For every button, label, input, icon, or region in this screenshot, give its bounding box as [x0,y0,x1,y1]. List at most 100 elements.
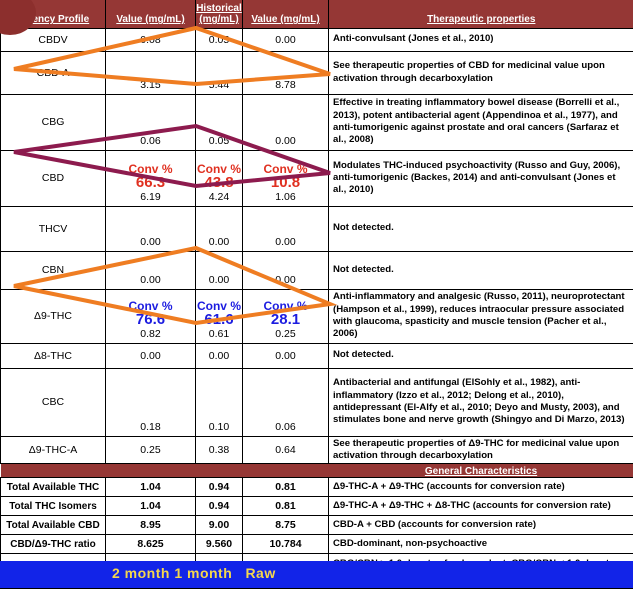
header-historical: Historical (mg/mL) [195,0,243,28]
general-characteristics-title: General Characteristics [328,463,633,478]
row-value-3: 0.06 [242,367,329,437]
conversion-percent-2: Conv % 43.8 [196,161,241,191]
row-label: Δ8-THC [0,342,106,369]
row-value-3: Conv % 10.8 1.06 [242,149,329,207]
row-value-2: 0.38 [195,435,243,465]
gc-label: Total Available CBD [0,515,106,536]
footer-bottom-edge [0,588,633,592]
row-label: Δ9-THC-A [0,435,106,465]
row-value-1: Conv % 76.6 0.82 [105,288,196,344]
header-value-3: Value (mg/mL) [242,0,329,28]
row-value-2: 5.44 [195,50,243,95]
footer-label: 2 month 1 month Raw [112,565,276,581]
gc-value-2: 9.00 [195,515,243,536]
gc-value-1: 1.04 [105,496,196,517]
row-therapeutic: Modulates THC-induced psychoactivity (Ru… [328,149,633,207]
gc-value-1: 1.04 [105,477,196,498]
general-row: Total Available THC 1.04 0.94 0.81 Δ9-TH… [0,477,633,498]
gc-value-3: 0.81 [242,496,329,517]
row-value-2: 0.00 [195,342,243,369]
gc-value-3: 0.81 [242,477,329,498]
row-value-1: 0.18 [105,367,196,437]
footer-bar: 2 month 1 month Raw [0,561,633,588]
row-value-1: 0.00 [105,205,196,252]
general-characteristics-band: General Characteristics [0,463,633,478]
header-value-1: Value (mg/mL) [105,0,196,28]
gc-band-spacer-4 [242,463,329,478]
row-label: THCV [0,205,106,252]
gc-value-3: 8.75 [242,515,329,536]
row-value-2: 0.00 [195,205,243,252]
gc-band-spacer-2 [105,463,196,478]
row-therapeutic: Not detected. [328,342,633,369]
row-value-3: 0.00 [242,93,329,151]
table-row: Δ8-THC 0.00 0.00 0.00 Not detected. [0,342,633,369]
row-value-1-number: 6.19 [140,190,161,203]
row-label: CBC [0,367,106,437]
row-value-1-number: 0.82 [140,327,161,340]
row-label: CBG [0,93,106,151]
row-value-2: 0.00 [195,250,243,290]
row-value-3: 0.00 [242,205,329,252]
row-therapeutic: Not detected. [328,250,633,290]
general-row: Total Available CBD 8.95 9.00 8.75 CBD-A… [0,515,633,536]
row-value-3-number: 1.06 [275,190,296,203]
gc-description: CBD-dominant, non-psychoactive [328,534,633,555]
gc-value-2: 9.560 [195,534,243,555]
table-row: CBD-A 3.15 5.44 8.78 See therapeutic pro… [0,50,633,95]
gc-label: Total THC Isomers [0,496,106,517]
potency-profile-sheet: Potency Profile Value (mg/mL) Historical… [0,0,633,592]
table-row: CBD Conv % 66.3 6.19 Conv % 43.8 4.24 Co… [0,149,633,207]
gc-value-3: 10.784 [242,534,329,555]
row-therapeutic: Effective in treating inflammatory bowel… [328,93,633,151]
row-label: CBD-A [0,50,106,95]
row-value-2: 0.05 [195,93,243,151]
row-value-3: 0.64 [242,435,329,465]
row-therapeutic: See therapeutic properties of Δ9-THC for… [328,435,633,465]
gc-band-spacer-3 [195,463,243,478]
table-row: CBDV 0.08 0.05 0.00 Anti-convulsant (Jon… [0,27,633,52]
gc-value-1: 8.625 [105,534,196,555]
general-row: Total THC Isomers 1.04 0.94 0.81 Δ9-THC-… [0,496,633,517]
gc-description: CBD-A + CBD (accounts for conversion rat… [328,515,633,536]
table-row: CBN 0.00 0.00 0.00 Not detected. [0,250,633,290]
row-value-2: 0.05 [195,27,243,52]
conversion-percent-2: Conv % 61.6 [196,298,241,328]
row-value-2: Conv % 61.6 0.61 [195,288,243,344]
row-therapeutic: See therapeutic properties of CBD for me… [328,50,633,95]
row-therapeutic: Anti-convulsant (Jones et al., 2010) [328,27,633,52]
row-therapeutic: Anti-inflammatory and analgesic (Russo, … [328,288,633,344]
gc-value-1: 8.95 [105,515,196,536]
gc-description: Δ9-THC-A + Δ9-THC + Δ8-THC (accounts for… [328,496,633,517]
row-value-1: 0.00 [105,342,196,369]
row-value-1: 0.06 [105,93,196,151]
table-row: Δ9-THC-A 0.25 0.38 0.64 See therapeutic … [0,435,633,465]
table-row: Δ9-THC Conv % 76.6 0.82 Conv % 61.6 0.61 [0,288,633,344]
potency-table: Potency Profile Value (mg/mL) Historical… [0,0,633,592]
row-value-1: 0.00 [105,250,196,290]
conversion-percent-1: Conv % 66.3 [128,161,173,191]
row-value-3: Conv % 28.1 0.25 [242,288,329,344]
gc-value-2: 0.94 [195,496,243,517]
row-value-1: 0.08 [105,27,196,52]
row-therapeutic: Antibacterial and antifungal (ElSohly et… [328,367,633,437]
row-label: CBD [0,149,106,207]
header-therapeutic-properties: Therapeutic properties [328,0,633,28]
row-value-3: 8.78 [242,50,329,95]
gc-band-spacer-1 [0,463,106,478]
row-label: CBN [0,250,106,290]
gc-value-2: 0.94 [195,477,243,498]
row-value-2: 0.10 [195,367,243,437]
row-value-3: 0.00 [242,342,329,369]
gc-label: CBD/Δ9-THC ratio [0,534,106,555]
row-value-3: 0.00 [242,27,329,52]
row-value-1: 3.15 [105,50,196,95]
table-row: THCV 0.00 0.00 0.00 Not detected. [0,205,633,252]
gc-label: Total Available THC [0,477,106,498]
row-value-2-number: 4.24 [208,190,230,203]
table-row: CBC 0.18 0.10 0.06 Antibacterial and ant… [0,367,633,437]
general-row: CBD/Δ9-THC ratio 8.625 9.560 10.784 CBD-… [0,534,633,555]
conversion-percent-3: Conv % 28.1 [263,298,308,328]
row-therapeutic: Not detected. [328,205,633,252]
row-value-3: 0.00 [242,250,329,290]
